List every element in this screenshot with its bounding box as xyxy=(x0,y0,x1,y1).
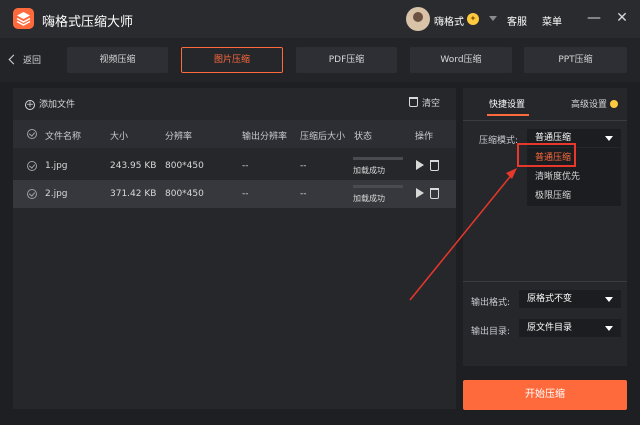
vip-coin-icon xyxy=(610,100,619,108)
file-size: 243.95 KB xyxy=(110,161,157,171)
tab-quick-settings[interactable]: 快捷设置 xyxy=(489,97,525,110)
file-toolbar: + 添加文件 清空 xyxy=(13,88,456,118)
file-name: 2.jpg xyxy=(45,189,68,199)
compressed-size: -- xyxy=(300,189,307,199)
compress-mode-label: 压缩模式: xyxy=(479,136,519,146)
chevron-down-icon xyxy=(605,326,613,331)
play-icon[interactable] xyxy=(416,160,424,170)
annotation-highlight-box xyxy=(517,143,576,167)
col-file-name: 文件名称 xyxy=(45,132,82,142)
plus-circle-icon: + xyxy=(25,100,35,110)
menu-link[interactable]: 菜单 xyxy=(542,13,562,28)
output-dir-label: 输出目录: xyxy=(471,327,511,337)
file-resolution: 800*450 xyxy=(165,161,204,171)
load-progress-bar xyxy=(353,157,403,160)
back-button[interactable]: 返回 xyxy=(8,53,42,66)
chevron-left-icon xyxy=(8,54,19,65)
output-resolution: -- xyxy=(242,189,249,199)
play-icon[interactable] xyxy=(416,188,424,198)
vip-coin-icon: ✦ xyxy=(467,13,479,25)
minimize-button[interactable]: — xyxy=(586,10,602,26)
table-row[interactable]: 2.jpg 371.42 KB 800*450 -- -- 加载成功 xyxy=(13,180,456,208)
table-row[interactable]: 1.jpg 243.95 KB 800*450 -- -- 加载成功 xyxy=(13,152,456,180)
output-dir-value: 原文件目录 xyxy=(527,323,573,333)
settings-panel: 快捷设置 高级设置 压缩模式: 普通压缩 普通压缩 清晰度优先 极限压缩 输出格… xyxy=(463,88,627,366)
customer-service-link[interactable]: 客服 xyxy=(507,13,527,28)
back-label: 返回 xyxy=(23,56,42,66)
compressed-size: -- xyxy=(300,161,307,171)
user-avatar[interactable] xyxy=(406,7,430,31)
load-progress-bar xyxy=(353,185,403,188)
col-compressed-size: 压缩后大小 xyxy=(300,132,346,142)
account-dropdown-icon[interactable] xyxy=(489,16,497,21)
active-tab-indicator xyxy=(487,114,529,116)
tab-divider xyxy=(463,120,627,121)
output-format-label: 输出格式: xyxy=(471,298,511,308)
advanced-settings-label: 高级设置 xyxy=(571,100,608,110)
col-actions: 操作 xyxy=(415,132,434,142)
nav-bar: 返回 视频压缩 图片压缩 PDF压缩 Word压缩 PPT压缩 xyxy=(0,38,640,82)
app-title: 嗨格式压缩大师 xyxy=(42,15,134,30)
output-resolution: -- xyxy=(242,161,249,171)
file-resolution: 800*450 xyxy=(165,189,204,199)
row-checkbox[interactable] xyxy=(27,189,37,199)
tab-video-compress[interactable]: 视频压缩 xyxy=(67,47,168,73)
col-output-resolution: 输出分辨率 xyxy=(242,132,288,142)
title-bar: 嗨格式压缩大师 嗨格式 ✦ 客服 菜单 — ✕ xyxy=(0,0,640,38)
chevron-down-icon xyxy=(605,297,613,302)
tab-image-compress[interactable]: 图片压缩 xyxy=(181,47,283,73)
add-file-label: 添加文件 xyxy=(39,100,76,110)
select-all-checkbox[interactable] xyxy=(27,129,37,139)
col-status: 状态 xyxy=(354,132,373,142)
trash-icon xyxy=(409,97,418,107)
output-format-select[interactable]: 原格式不变 xyxy=(519,290,621,308)
settings-divider xyxy=(463,281,627,282)
option-clarity-first[interactable]: 清晰度优先 xyxy=(527,168,621,186)
app-logo-icon xyxy=(13,8,34,29)
row-checkbox[interactable] xyxy=(27,161,37,171)
username[interactable]: 嗨格式 xyxy=(434,13,464,28)
option-extreme-compress[interactable]: 极限压缩 xyxy=(527,187,621,205)
table-header: 文件名称 大小 分辨率 输出分辨率 压缩后大小 状态 操作 xyxy=(13,120,456,148)
tab-word-compress[interactable]: Word压缩 xyxy=(410,47,512,73)
tab-pdf-compress[interactable]: PDF压缩 xyxy=(296,47,397,73)
col-size: 大小 xyxy=(110,132,129,142)
clear-button[interactable]: 清空 xyxy=(409,96,440,109)
output-dir-select[interactable]: 原文件目录 xyxy=(519,319,621,337)
delete-icon[interactable] xyxy=(430,160,439,171)
delete-icon[interactable] xyxy=(430,188,439,199)
output-format-value: 原格式不变 xyxy=(527,294,573,304)
clear-label: 清空 xyxy=(422,99,441,109)
start-compress-button[interactable]: 开始压缩 xyxy=(463,380,627,410)
status-text: 加载成功 xyxy=(353,166,385,175)
status-text: 加载成功 xyxy=(353,194,385,203)
file-size: 371.42 KB xyxy=(110,189,157,199)
tab-ppt-compress[interactable]: PPT压缩 xyxy=(524,47,627,73)
add-file-button[interactable]: + 添加文件 xyxy=(25,97,75,110)
compress-mode-value: 普通压缩 xyxy=(535,133,572,143)
col-resolution: 分辨率 xyxy=(165,132,193,142)
file-name: 1.jpg xyxy=(45,161,68,171)
file-list-panel: + 添加文件 清空 文件名称 大小 分辨率 输出分辨率 压缩后大小 状态 操作 1… xyxy=(13,88,456,409)
tab-advanced-settings[interactable]: 高级设置 xyxy=(571,97,619,110)
chevron-down-icon xyxy=(605,136,613,141)
close-button[interactable]: ✕ xyxy=(614,10,630,26)
